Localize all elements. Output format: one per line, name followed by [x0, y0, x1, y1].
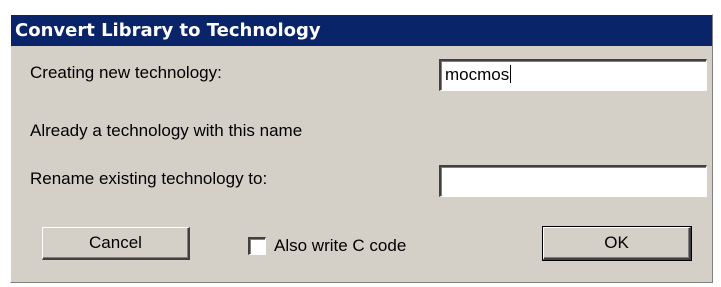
convert-library-dialog: Convert Library to Technology Creating n…: [10, 14, 713, 283]
new-technology-input[interactable]: mocmos: [439, 59, 707, 91]
text-caret: [510, 65, 512, 83]
dialog-title: Convert Library to Technology: [11, 15, 712, 46]
new-technology-label: Creating new technology:: [30, 63, 222, 82]
rename-technology-input[interactable]: [439, 165, 707, 197]
new-technology-value: mocmos: [445, 65, 510, 84]
ok-button[interactable]: OK: [542, 226, 692, 261]
warning-text: Already a technology with this name: [30, 121, 303, 140]
write-c-code-label[interactable]: Also write C code: [274, 236, 406, 256]
rename-technology-label: Rename existing technology to:: [30, 169, 268, 188]
write-c-code-checkbox[interactable]: [248, 237, 266, 255]
cancel-button[interactable]: Cancel: [42, 227, 190, 260]
